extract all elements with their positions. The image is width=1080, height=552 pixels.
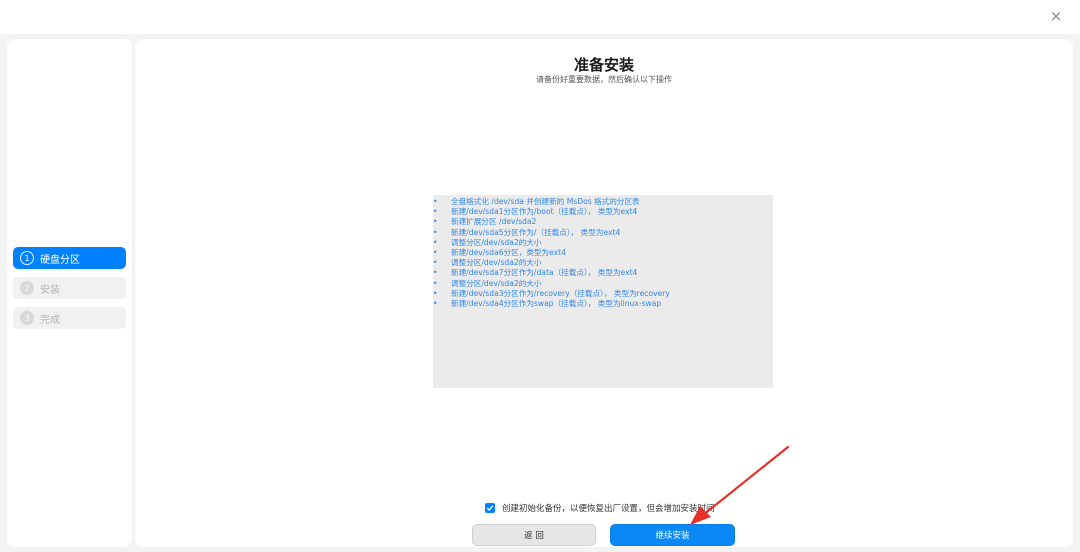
operation-item: 调整分区/dev/sda2的大小 [433, 258, 773, 268]
operations-list: 全盘格式化 /dev/sda 并创建新的 MsDos 格式的分区表 新建/dev… [433, 197, 773, 309]
backup-checkbox[interactable] [485, 503, 495, 513]
backup-checkbox-label: 创建初始化备份，以便恢复出厂设置，但会增加安装时间 [502, 504, 715, 514]
step-number-badge: 2 [20, 281, 34, 295]
operation-item: 新建/dev/sda5分区作为/（挂载点）， 类型为ext4 [433, 228, 773, 238]
operation-item: 新建/dev/sda4分区作为swap（挂载点）， 类型为linux-swap [433, 299, 773, 309]
continue-install-button[interactable]: 继续安装 [610, 524, 735, 546]
operation-item: 新建/dev/sda6分区，类型为ext4 [433, 248, 773, 258]
operation-item: 调整分区/dev/sda2的大小 [433, 238, 773, 248]
checkmark-icon [486, 505, 494, 512]
steps-sidebar: 1 硬盘分区 2 安装 3 完成 [7, 39, 132, 547]
page-subtitle: 请备份好重要数据，然后确认以下操作 [536, 75, 672, 84]
operation-item: 新建/dev/sda7分区作为/data（挂载点）， 类型为ext4 [433, 268, 773, 278]
backup-option: 创建初始化备份，以便恢复出厂设置，但会增加安装时间 [485, 502, 715, 514]
sidebar-step-partition[interactable]: 1 硬盘分区 [13, 247, 126, 269]
step-label: 硬盘分区 [40, 254, 80, 266]
page-title: 准备安装 [573, 56, 634, 74]
sidebar-step-install[interactable]: 2 安装 [13, 277, 126, 299]
sidebar-step-finish[interactable]: 3 完成 [13, 307, 126, 329]
operation-item: 新建/dev/sda3分区作为/recovery（挂载点）， 类型为recove… [433, 289, 773, 299]
back-button[interactable]: 返 回 [472, 524, 596, 546]
operation-item: 新建/dev/sda1分区作为/boot（挂载点）， 类型为ext4 [433, 207, 773, 217]
operation-item: 调整分区/dev/sda2的大小 [433, 279, 773, 289]
step-number-badge: 1 [20, 251, 34, 265]
close-icon: × [1049, 6, 1063, 25]
close-button[interactable]: × [1046, 6, 1066, 26]
title-bar: × [0, 0, 1080, 34]
step-label: 安装 [40, 284, 60, 296]
operations-list-box[interactable]: 全盘格式化 /dev/sda 并创建新的 MsDos 格式的分区表 新建/dev… [433, 195, 773, 388]
step-label: 完成 [40, 314, 60, 326]
operation-item: 全盘格式化 /dev/sda 并创建新的 MsDos 格式的分区表 [433, 197, 773, 207]
installer-frame: 1 硬盘分区 2 安装 3 完成 准备安装 请备份好重要数据，然后确认以下操作 … [0, 34, 1080, 552]
operation-item: 新建扩展分区 /dev/sda2 [433, 217, 773, 227]
main-panel: 准备安装 请备份好重要数据，然后确认以下操作 全盘格式化 /dev/sda 并创… [135, 39, 1073, 547]
step-number-badge: 3 [20, 311, 34, 325]
